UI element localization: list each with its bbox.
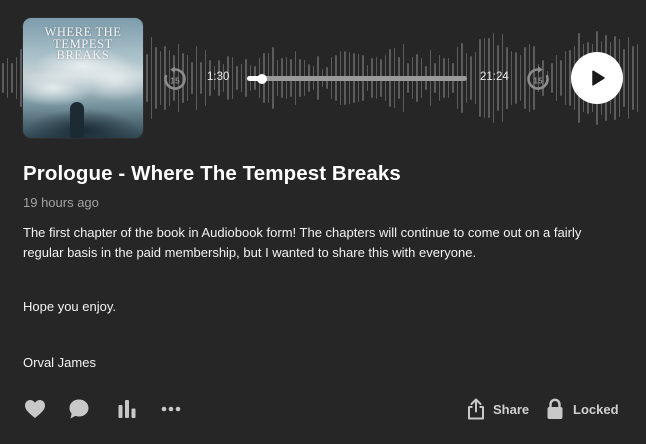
locked-label: Locked (573, 401, 619, 417)
episode-description-closing: Hope you enjoy. (23, 299, 116, 314)
play-button[interactable] (571, 52, 623, 104)
progress-slider[interactable] (247, 73, 467, 84)
skip-back-button[interactable]: 15 (161, 65, 189, 93)
stats-button[interactable] (115, 397, 139, 421)
share-icon (468, 398, 484, 420)
more-button[interactable] (159, 397, 183, 421)
rewind-15-icon: 15 (164, 66, 186, 90)
play-icon (592, 70, 605, 86)
bar-chart-icon (118, 400, 136, 418)
waveform-bar (6, 57, 8, 99)
waveform-bar (15, 56, 17, 100)
waveform-bar (20, 49, 22, 107)
waveform-bar (146, 53, 148, 103)
waveform-bar (11, 62, 13, 93)
audio-player: 15 1:30 21:24 15 (160, 52, 630, 104)
svg-text:15: 15 (533, 75, 543, 85)
waveform-bar (155, 47, 157, 109)
action-bar: Share Locked (23, 397, 623, 423)
comment-button[interactable] (67, 397, 91, 421)
author-signature: Orval James (23, 355, 96, 370)
total-time: 21:24 (480, 71, 509, 83)
share-label: Share (493, 401, 530, 417)
forward-15-icon: 15 (527, 66, 549, 90)
comment-bubble-icon (69, 399, 89, 419)
cover-art: WHERE THE TEMPEST BREAKS (23, 18, 143, 138)
waveform-bar (636, 43, 638, 113)
cover-figure (70, 102, 84, 138)
like-button[interactable] (23, 397, 47, 421)
lock-icon (547, 398, 563, 419)
share-button[interactable]: Share (467, 397, 529, 421)
svg-text:15: 15 (170, 75, 180, 85)
waveform-bar (632, 46, 634, 110)
waveform-bar (2, 63, 4, 93)
episode-description: The first chapter of the book in Audiobo… (23, 225, 582, 260)
current-time: 1:30 (207, 71, 230, 83)
waveform-bar (150, 36, 152, 120)
cover-title: WHERE THE TEMPEST BREAKS (23, 26, 143, 62)
more-dots-icon (161, 406, 181, 412)
progress-handle[interactable] (257, 73, 268, 84)
post-timestamp: 19 hours ago (23, 195, 99, 210)
locked-button[interactable]: Locked (546, 397, 619, 421)
heart-icon (25, 400, 45, 418)
episode-title: Prologue - Where The Tempest Breaks (23, 162, 401, 185)
cover-title-line: BREAKS (56, 48, 110, 62)
audio-post-card: WHERE THE TEMPEST BREAKS 15 1:30 21:24 1… (0, 0, 646, 444)
skip-forward-button[interactable]: 15 (524, 65, 552, 93)
